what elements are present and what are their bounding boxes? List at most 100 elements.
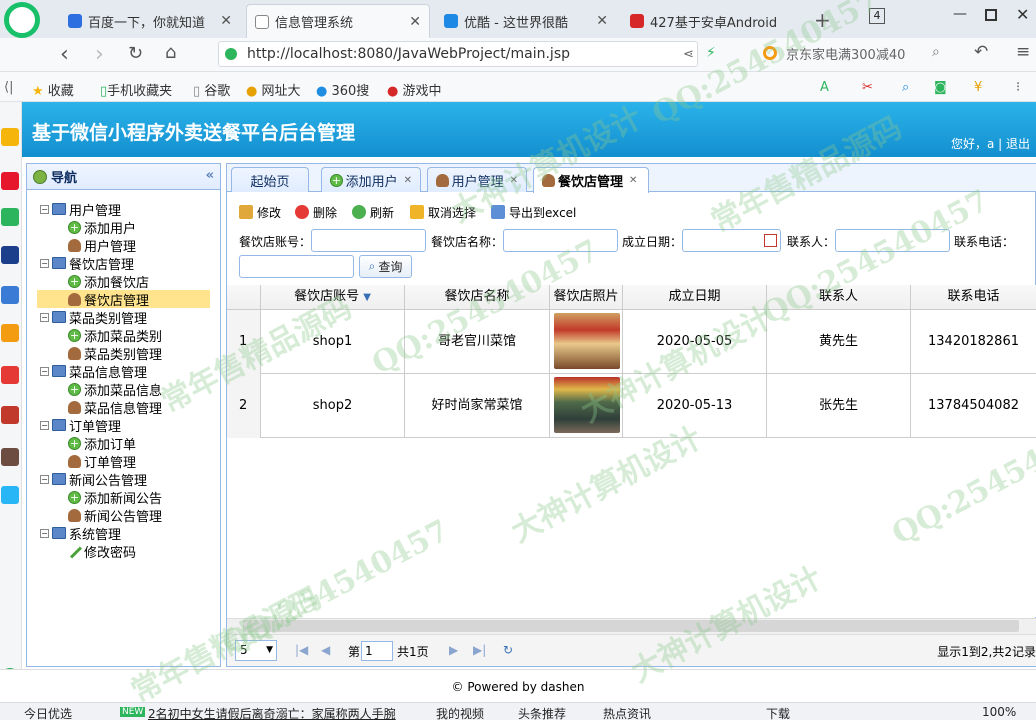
user-greeting[interactable]: 您好，a | 退出 xyxy=(951,135,1030,152)
nav-item[interactable]: 新闻公告管理 xyxy=(68,506,162,525)
close-icon[interactable]: ✕ xyxy=(404,175,412,186)
tab-home[interactable]: 起始页 xyxy=(231,167,309,192)
close-icon[interactable]: ✕ xyxy=(596,13,608,29)
yen-icon[interactable]: ¥ xyxy=(974,80,982,95)
collapse-toggle-icon[interactable]: − xyxy=(40,420,49,430)
close-icon[interactable]: ✕ xyxy=(409,14,421,30)
nav-item[interactable]: + 添加菜品信息 xyxy=(68,380,162,399)
bookmark-mobile[interactable]: ▯手机收藏夹 xyxy=(100,80,172,99)
browser-tab-android[interactable]: 427基于安卓Android xyxy=(622,4,802,38)
gamepad-icon[interactable]: ◙ xyxy=(934,80,947,95)
collapse-toggle-icon[interactable]: − xyxy=(40,204,49,214)
prev-page-icon[interactable]: ◀ xyxy=(321,643,330,657)
nav-group[interactable]: − 新闻公告管理 xyxy=(40,470,147,489)
close-window-icon[interactable]: ✕ xyxy=(1016,5,1029,24)
maximize-icon[interactable] xyxy=(985,9,997,21)
lightning-icon[interactable]: ⚡ xyxy=(706,45,716,61)
daily-picks[interactable]: 今日优选 xyxy=(24,705,72,720)
name-input[interactable] xyxy=(503,229,618,252)
nav-group[interactable]: − 菜品类别管理 xyxy=(40,308,147,327)
promo-icon[interactable] xyxy=(1,324,19,342)
nav-item[interactable]: 用户管理 xyxy=(68,236,136,255)
new-tab-button[interactable]: + xyxy=(814,8,831,32)
url-field[interactable]: http://localhost:8080/JavaWebProject/mai… xyxy=(218,41,698,67)
delete-button[interactable]: 删除 xyxy=(295,204,337,220)
column-header-account[interactable]: 餐饮店账号 ▼ xyxy=(261,285,405,310)
last-page-icon[interactable]: ▶| xyxy=(473,643,486,657)
nav-item[interactable]: + 添加菜品类别 xyxy=(68,326,162,345)
tab-restaurant-manage[interactable]: 餐饮店管理 ✕ xyxy=(533,167,649,193)
calendar-icon[interactable] xyxy=(764,234,777,247)
share-icon[interactable] xyxy=(1,486,19,504)
collapse-toggle-icon[interactable]: − xyxy=(40,366,49,376)
collapse-toggle-icon[interactable]: − xyxy=(40,312,49,322)
nav-item[interactable]: + 添加订单 xyxy=(68,434,136,453)
nav-item[interactable]: 菜品类别管理 xyxy=(68,344,162,363)
nav-group[interactable]: − 用户管理 xyxy=(40,200,121,219)
nav-item[interactable]: 餐饮店管理 xyxy=(37,290,210,309)
translate-icon[interactable]: A xyxy=(820,80,829,95)
download[interactable]: 下载 xyxy=(766,705,790,720)
browser-logo-icon[interactable] xyxy=(4,2,40,38)
news-headline[interactable]: 2名初中女生请假后离奇溺亡：家属称两人手腕 xyxy=(148,705,410,720)
forward-icon[interactable]: › xyxy=(95,42,104,67)
column-header-name[interactable]: 餐饮店名称 xyxy=(405,285,550,310)
video-icon[interactable] xyxy=(1,448,19,466)
column-header-date[interactable]: 成立日期 xyxy=(623,285,767,310)
nav-group[interactable]: − 菜品信息管理 xyxy=(40,362,147,381)
hot-news[interactable]: 热点资讯 xyxy=(603,705,651,720)
browser-tab-baidu[interactable]: 百度一下，你就知道 ✕ xyxy=(60,4,240,38)
back-icon[interactable]: ‹ xyxy=(60,42,69,67)
search-box[interactable]: 京东家电满300减40 xyxy=(786,44,905,63)
contact-input[interactable] xyxy=(835,229,950,252)
more-icon[interactable]: ⁝ xyxy=(1016,80,1020,95)
mail-icon[interactable] xyxy=(1,208,19,226)
nav-item[interactable]: 菜品信息管理 xyxy=(68,398,162,417)
tab-add-user[interactable]: + 添加用户 ✕ xyxy=(321,167,421,192)
magnifier-icon[interactable]: ⌕ xyxy=(902,80,909,95)
close-icon[interactable]: ✕ xyxy=(629,175,637,186)
reload-icon[interactable]: ↻ xyxy=(503,643,513,657)
export-excel-button[interactable]: 导出到excel xyxy=(491,204,576,220)
nav-group[interactable]: − 订单管理 xyxy=(40,416,121,435)
close-icon[interactable]: ✕ xyxy=(220,13,232,29)
refresh-button[interactable]: 刷新 xyxy=(352,204,394,220)
browser-tab-info-system[interactable]: 信息管理系统 ✕ xyxy=(246,4,430,38)
scissors-icon[interactable]: ✂ xyxy=(862,80,873,95)
edit-button[interactable]: 修改 xyxy=(239,204,281,220)
tab-user-manage[interactable]: 用户管理 ✕ xyxy=(427,167,527,192)
weibo-icon[interactable] xyxy=(1,172,19,190)
shop-icon[interactable] xyxy=(1,366,19,384)
bookmark-hao[interactable]: ● 网址大 xyxy=(246,80,301,99)
nav-group[interactable]: − 系统管理 xyxy=(40,524,121,543)
bookmark-google[interactable]: ▯ 谷歌 xyxy=(193,80,230,99)
home-icon[interactable]: ⌂ xyxy=(165,42,176,63)
nav-item[interactable]: 修改密码 xyxy=(68,542,136,561)
share-icon[interactable]: ⋖ xyxy=(683,47,694,62)
table-row[interactable]: 1 shop1 哥老官川菜馆 2020-05-05 黄先生 1342018286… xyxy=(227,310,1036,374)
nav-item[interactable]: + 添加餐饮店 xyxy=(68,272,149,291)
app-icon[interactable] xyxy=(1,246,19,264)
bookmark-favorites[interactable]: ★ 收藏 xyxy=(32,80,74,99)
bookmark-games[interactable]: ● 游戏中 xyxy=(387,80,442,99)
query-button[interactable]: ⌕ 查询 xyxy=(359,255,412,278)
collapse-toggle-icon[interactable]: − xyxy=(40,258,49,268)
search-icon[interactable]: ⌕ xyxy=(932,44,940,60)
close-icon[interactable]: ✕ xyxy=(510,175,518,186)
zoom-level[interactable]: 100% xyxy=(982,705,1016,719)
reload-icon[interactable]: ↻ xyxy=(128,43,143,64)
next-page-icon[interactable]: ▶ xyxy=(449,643,458,657)
column-header-photo[interactable]: 餐饮店照片 xyxy=(550,285,623,310)
phone-input[interactable] xyxy=(239,255,354,278)
minimize-icon[interactable]: — xyxy=(953,6,967,22)
undo-icon[interactable]: ↶ xyxy=(974,42,988,62)
account-input[interactable] xyxy=(311,229,426,252)
page-number-input[interactable]: 1 xyxy=(361,641,393,661)
top-news[interactable]: 头条推荐 xyxy=(518,705,566,720)
search-engine-icon[interactable] xyxy=(763,46,777,60)
table-row[interactable]: 2 shop2 好时尚家常菜馆 2020-05-13 张先生 137845040… xyxy=(227,374,1036,438)
star-icon[interactable] xyxy=(1,128,19,146)
scrollbar-thumb[interactable] xyxy=(243,620,1019,632)
page-size-select[interactable]: 5 ▼ xyxy=(235,640,277,661)
column-header-phone[interactable]: 联系电话 xyxy=(911,285,1036,310)
